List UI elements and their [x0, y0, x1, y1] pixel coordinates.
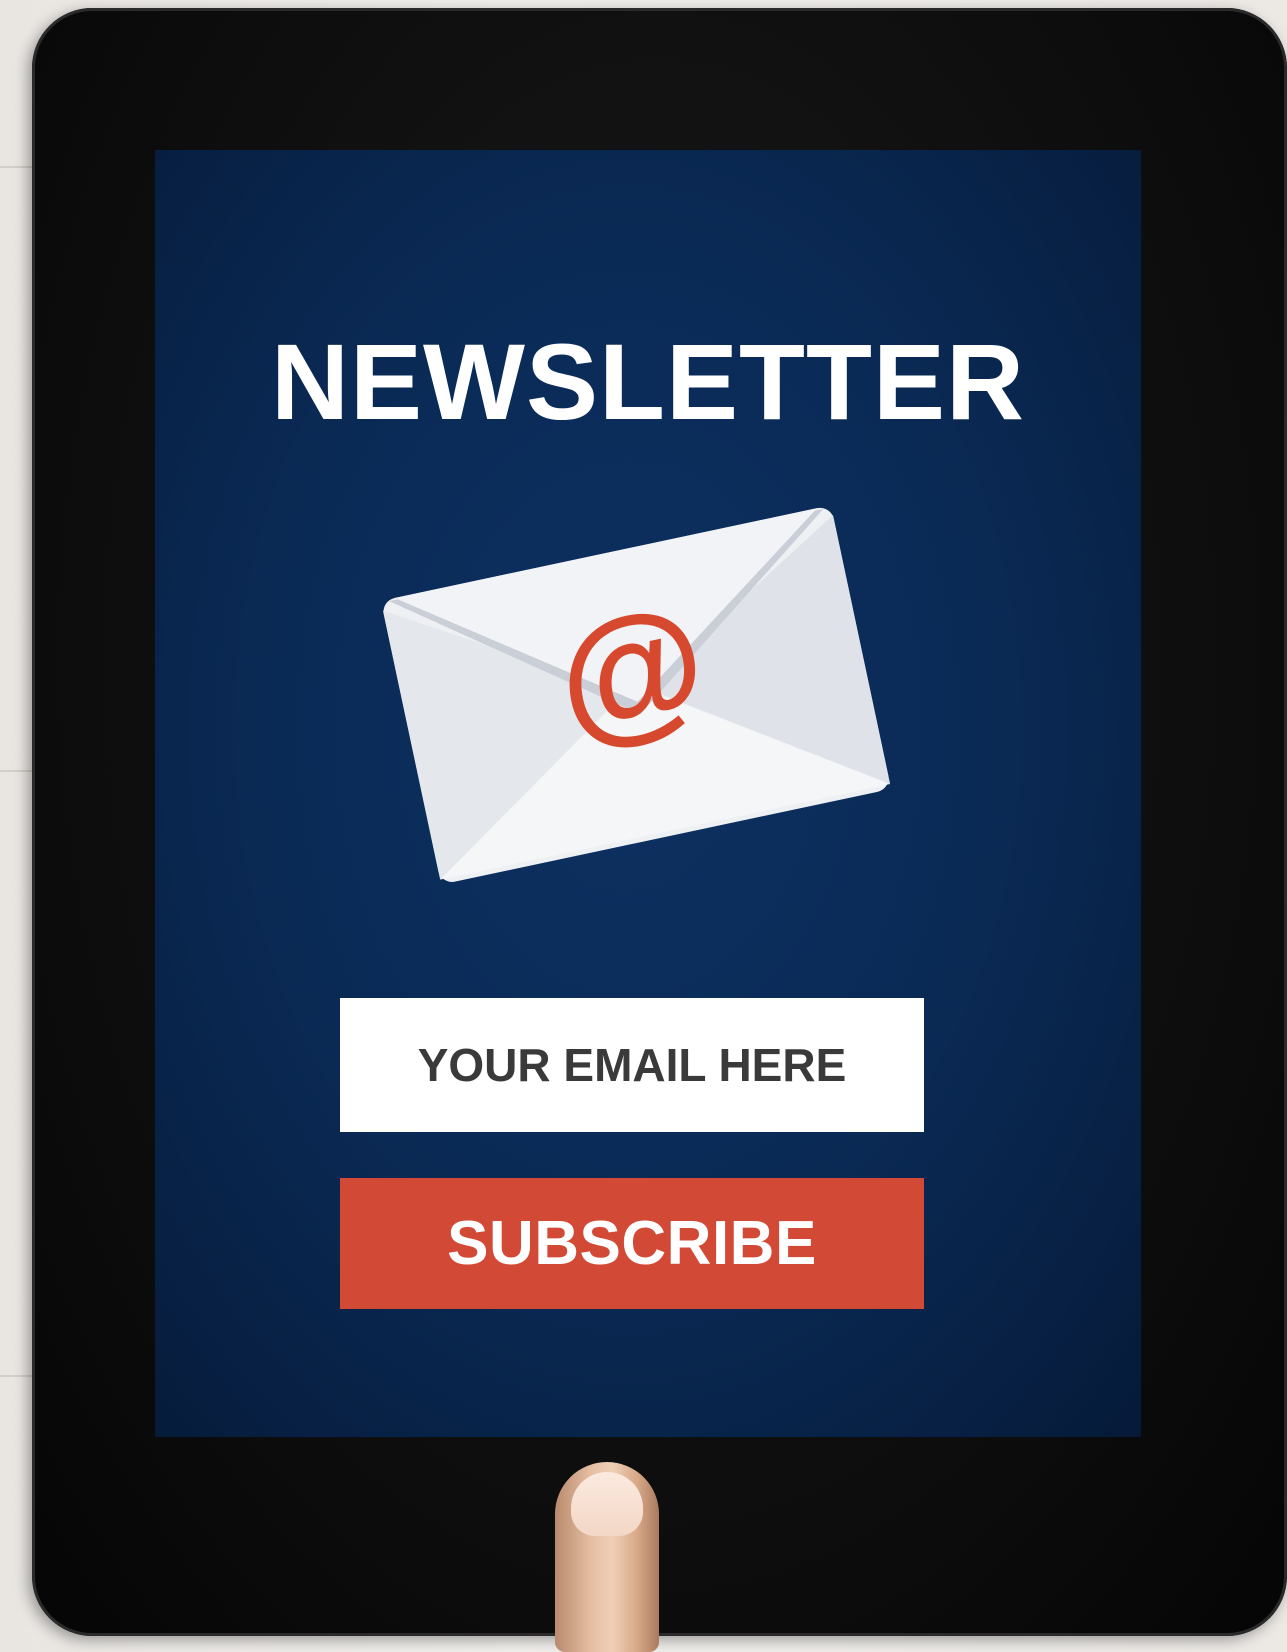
subscribe-button[interactable]: SUBSCRIBE	[340, 1178, 924, 1309]
finger	[555, 1462, 659, 1652]
fingernail	[571, 1472, 643, 1536]
newsletter-title: NEWSLETTER	[271, 321, 1025, 442]
tablet-device: NEWSLETTER @ SUBSCRIBE	[32, 8, 1287, 1636]
email-input[interactable]	[340, 998, 924, 1132]
envelope-at-icon: @	[382, 507, 891, 882]
tablet-screen: NEWSLETTER @ SUBSCRIBE	[155, 150, 1141, 1437]
